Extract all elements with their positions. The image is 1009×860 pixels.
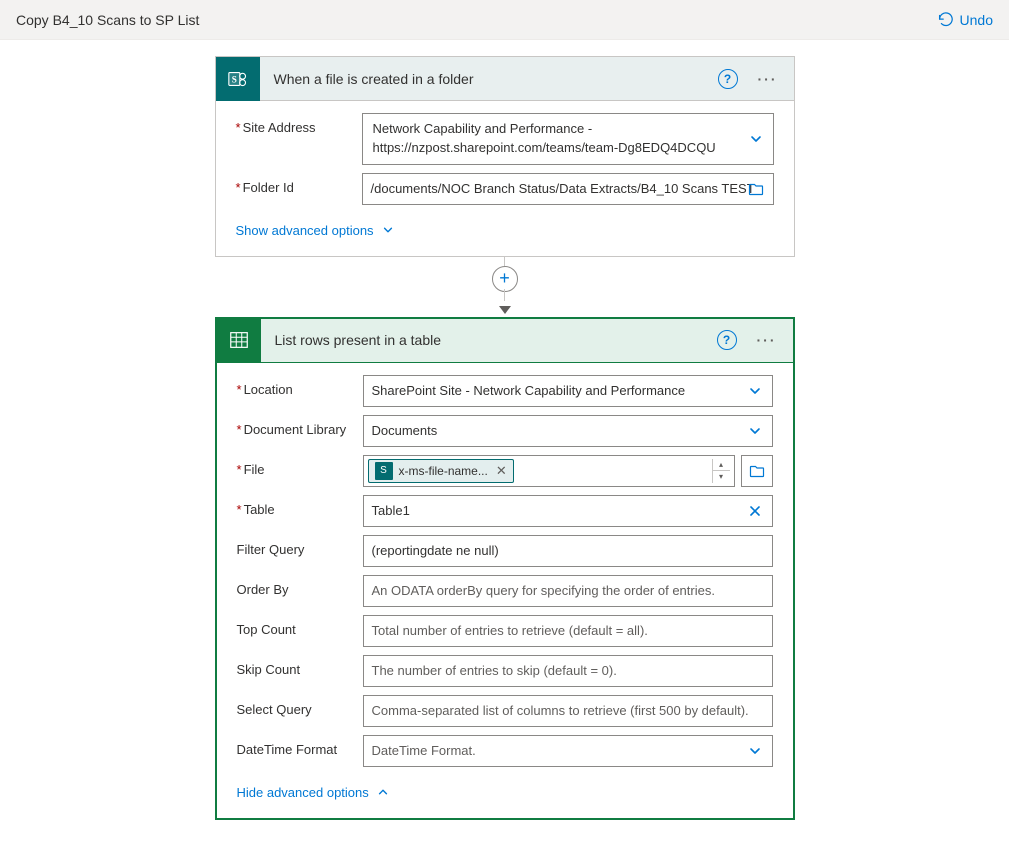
skipcount-placeholder: The number of entries to skip (default =… (372, 663, 764, 678)
trigger-title: When a file is created in a folder (274, 71, 704, 87)
help-icon[interactable]: ? (717, 330, 737, 350)
topcount-input[interactable]: Total number of entries to retrieve (def… (363, 615, 773, 647)
undo-button[interactable]: Undo (960, 12, 993, 28)
location-input[interactable]: SharePoint Site - Network Capability and… (363, 375, 773, 407)
folder-id-input[interactable]: /documents/NOC Branch Status/Data Extrac… (362, 173, 774, 205)
chevron-down-icon (382, 224, 394, 236)
topbar-actions: Undo (936, 11, 993, 29)
chevron-down-icon[interactable] (744, 420, 766, 442)
doclib-input[interactable]: Documents (363, 415, 773, 447)
dtformat-input[interactable]: DateTime Format. (363, 735, 773, 767)
flow-title: Copy B4_10 Scans to SP List (16, 12, 199, 28)
arrow-down-icon (497, 303, 513, 315)
sharepoint-icon: S (375, 462, 393, 480)
topcount-label: Top Count (237, 615, 349, 637)
chevron-down-icon[interactable] (745, 128, 767, 150)
location-label: Location (237, 375, 349, 397)
doclib-value: Documents (372, 423, 764, 438)
dynamic-content-token[interactable]: S x-ms-file-name... ✕ (368, 459, 514, 483)
undo-icon[interactable] (936, 11, 954, 29)
doclib-label: Document Library (237, 415, 349, 437)
filter-query-value: (reportingdate ne null) (372, 543, 764, 558)
topcount-placeholder: Total number of entries to retrieve (def… (372, 623, 764, 638)
selectq-label: Select Query (237, 695, 349, 717)
action-title: List rows present in a table (275, 332, 703, 348)
file-stepper: ▴ ▾ (712, 459, 730, 483)
remove-token-icon[interactable]: ✕ (494, 463, 507, 479)
stepper-up-icon[interactable]: ▴ (713, 459, 730, 472)
connector-line (504, 289, 505, 301)
orderby-label: Order By (237, 575, 349, 597)
skipcount-label: Skip Count (237, 655, 349, 677)
show-advanced-label: Show advanced options (236, 223, 374, 238)
site-address-value-line1: Network Capability and Performance - (373, 120, 593, 139)
orderby-input[interactable]: An ODATA orderBy query for specifying th… (363, 575, 773, 607)
chevron-down-icon[interactable] (744, 380, 766, 402)
filter-query-input[interactable]: (reportingdate ne null) (363, 535, 773, 567)
orderby-placeholder: An ODATA orderBy query for specifying th… (372, 583, 764, 598)
action-header[interactable]: List rows present in a table ? ··· (217, 319, 793, 363)
dtformat-label: DateTime Format (237, 735, 349, 757)
table-input[interactable]: Table1 (363, 495, 773, 527)
trigger-card[interactable]: S When a file is created in a folder ? ·… (215, 56, 795, 257)
svg-text:S: S (231, 74, 236, 84)
token-label: x-ms-file-name... (399, 464, 488, 478)
site-address-input[interactable]: Network Capability and Performance - htt… (362, 113, 774, 165)
site-address-value-line2: https://nzpost.sharepoint.com/teams/team… (373, 139, 716, 158)
hide-advanced-link[interactable]: Hide advanced options (237, 785, 389, 800)
chevron-up-icon (377, 786, 389, 798)
show-advanced-link[interactable]: Show advanced options (236, 223, 394, 238)
top-bar: Copy B4_10 Scans to SP List Undo (0, 0, 1009, 40)
file-picker-button[interactable] (741, 455, 773, 487)
trigger-body: Site Address Network Capability and Perf… (216, 101, 794, 256)
filter-query-label: Filter Query (237, 535, 349, 557)
skipcount-input[interactable]: The number of entries to skip (default =… (363, 655, 773, 687)
folder-id-label: Folder Id (236, 173, 348, 195)
clear-icon[interactable] (744, 500, 766, 522)
hide-advanced-label: Hide advanced options (237, 785, 369, 800)
flow-canvas: S When a file is created in a folder ? ·… (0, 40, 1009, 860)
help-icon[interactable]: ? (718, 69, 738, 89)
selectq-placeholder: Comma-separated list of columns to retri… (372, 703, 764, 718)
selectq-input[interactable]: Comma-separated list of columns to retri… (363, 695, 773, 727)
trigger-header[interactable]: S When a file is created in a folder ? ·… (216, 57, 794, 101)
excel-icon (217, 318, 261, 362)
file-label: File (237, 455, 349, 477)
chevron-down-icon[interactable] (744, 740, 766, 762)
location-value: SharePoint Site - Network Capability and… (372, 383, 764, 398)
more-menu-icon[interactable]: ··· (751, 328, 783, 352)
stepper-down-icon[interactable]: ▾ (713, 471, 730, 483)
folder-id-value: /documents/NOC Branch Status/Data Extrac… (371, 181, 765, 196)
more-menu-icon[interactable]: ··· (752, 67, 784, 91)
table-value: Table1 (372, 503, 764, 518)
table-label: Table (237, 495, 349, 517)
action-body: Location SharePoint Site - Network Capab… (217, 363, 793, 818)
action-card[interactable]: List rows present in a table ? ··· Locat… (215, 317, 795, 820)
site-address-label: Site Address (236, 113, 348, 135)
dtformat-placeholder: DateTime Format. (372, 743, 764, 758)
sharepoint-icon: S (216, 57, 260, 101)
file-input[interactable]: S x-ms-file-name... ✕ ▴ ▾ (363, 455, 735, 487)
folder-picker-icon[interactable] (745, 178, 767, 200)
